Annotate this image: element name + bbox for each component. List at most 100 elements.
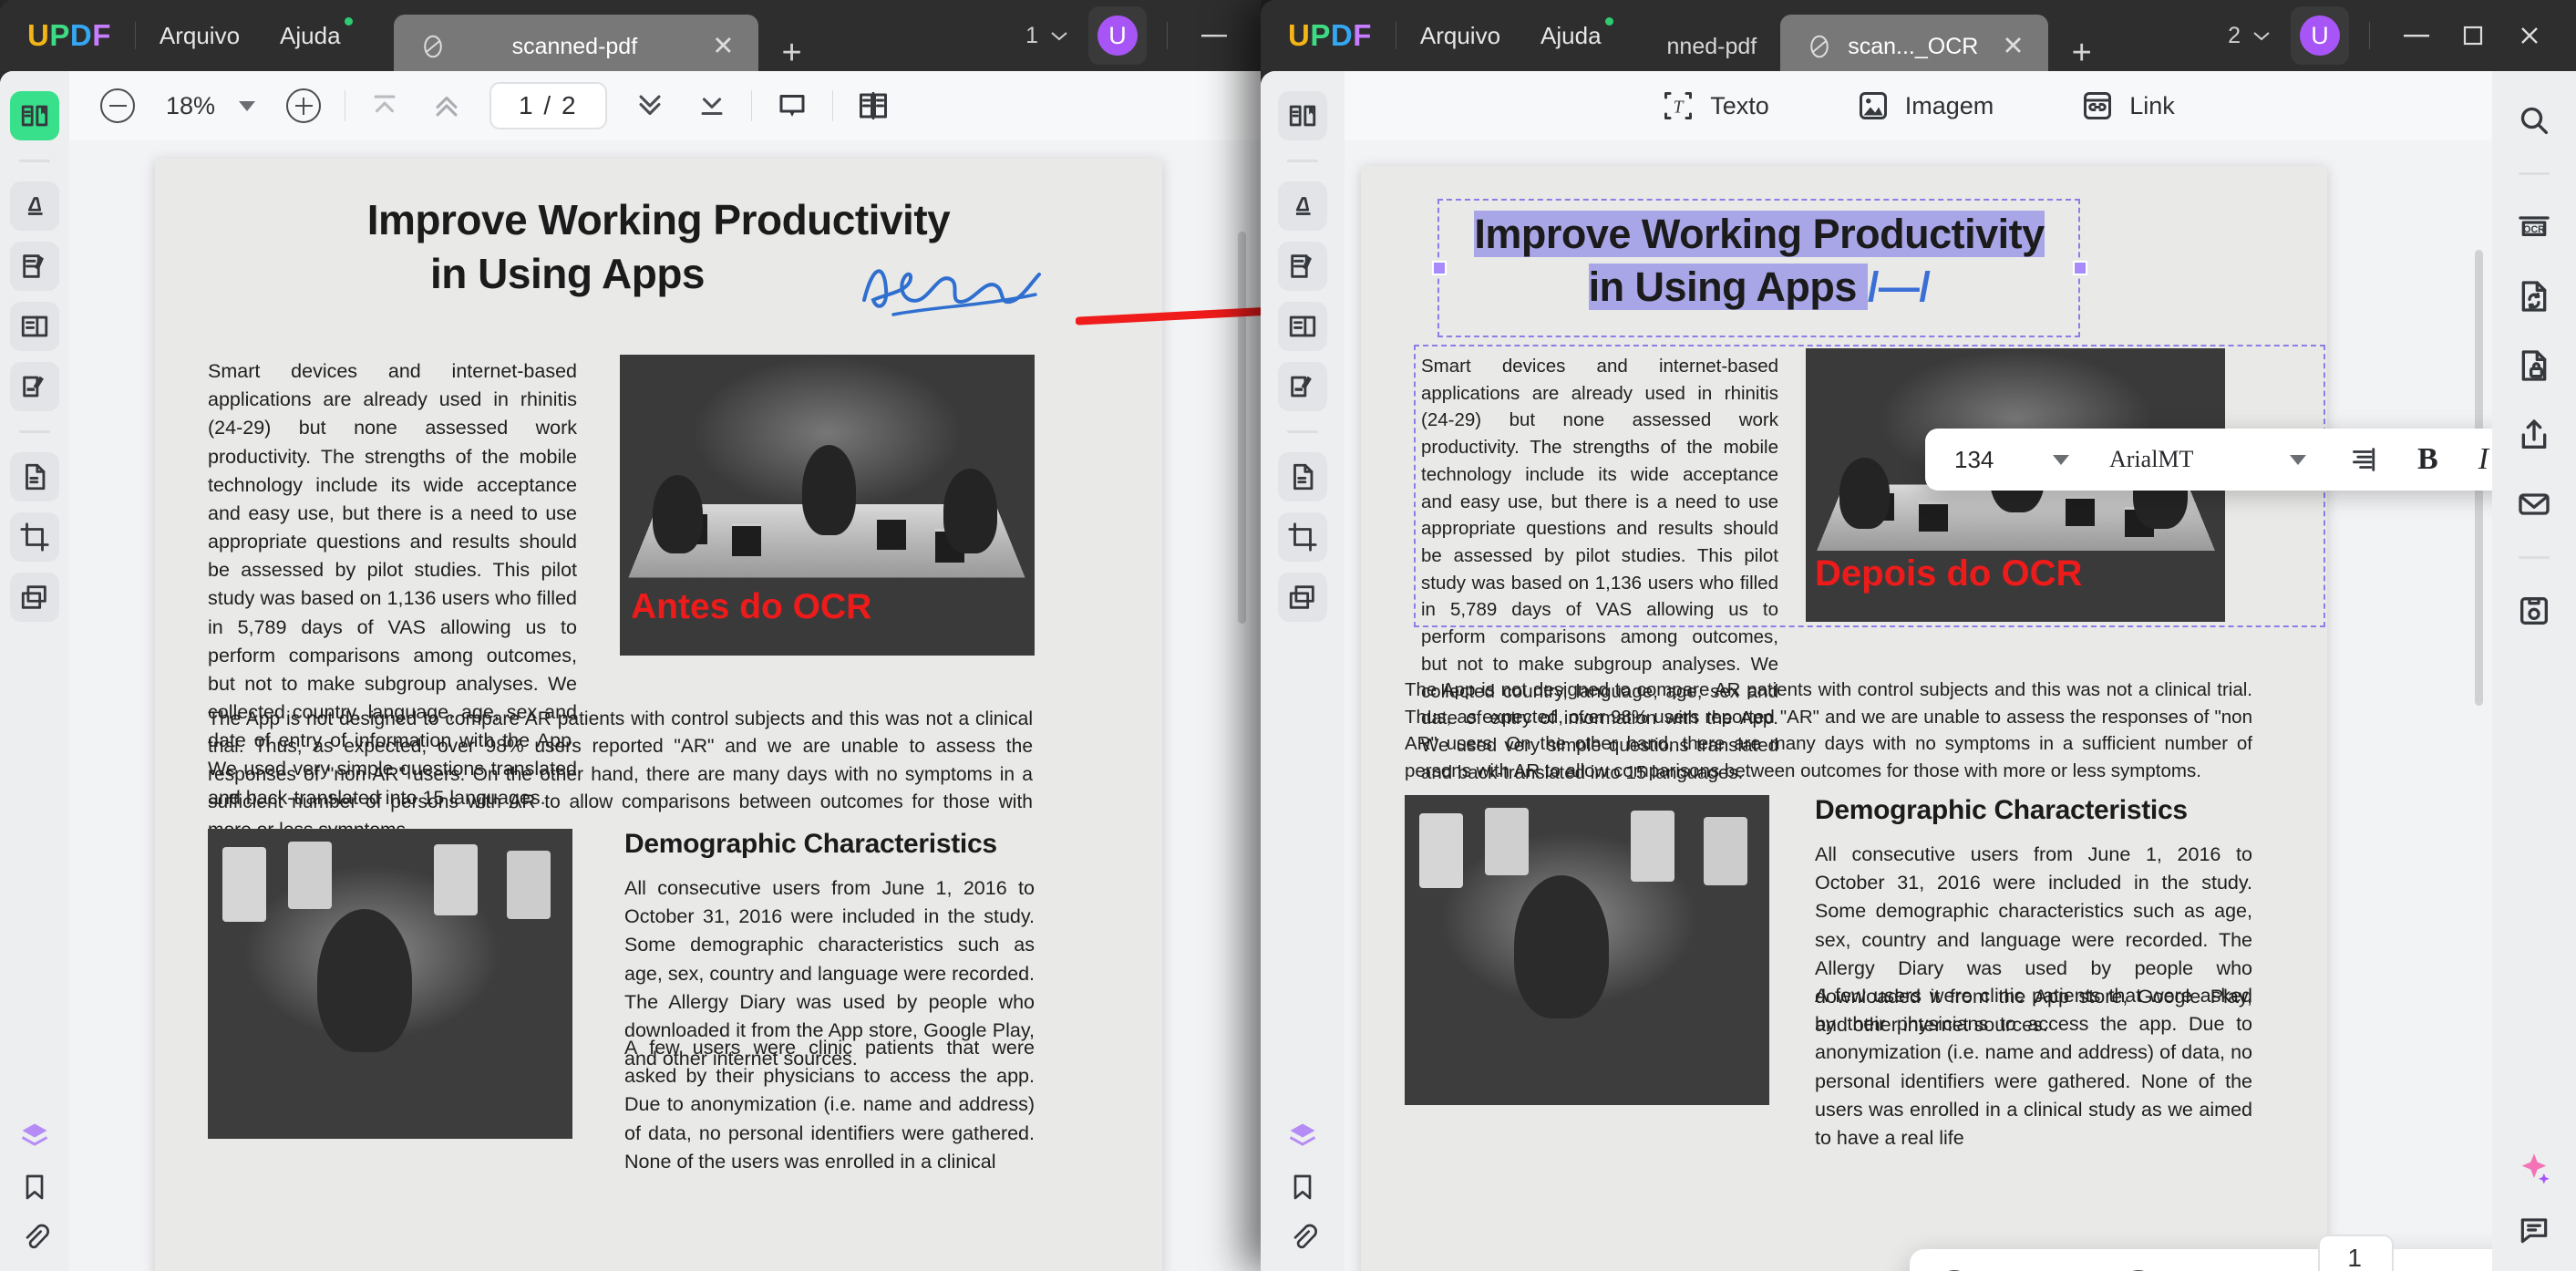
page-1-left: Improve Working Productivity in Using Ap… bbox=[155, 159, 1162, 1271]
maximize-button[interactable] bbox=[2447, 9, 2499, 62]
tab-scanned-pdf[interactable]: scanned-pdf ✕ bbox=[394, 15, 758, 78]
toolbar-label: Link bbox=[2129, 92, 2175, 120]
vertical-scrollbar[interactable] bbox=[1238, 232, 1246, 624]
search-icon[interactable] bbox=[2509, 95, 2560, 146]
font-family-select[interactable]: ArialMT bbox=[2089, 446, 2326, 473]
window-count[interactable]: 1 bbox=[1025, 23, 1068, 49]
new-tab-button[interactable]: + bbox=[2072, 34, 2092, 73]
align-right-icon bbox=[2346, 444, 2377, 475]
window-count[interactable]: 2 bbox=[2228, 23, 2271, 49]
tab-label: nned-pdf bbox=[1667, 34, 1757, 60]
sidebar-item-layers[interactable] bbox=[1286, 1120, 1319, 1152]
next-page-button[interactable] bbox=[634, 90, 665, 121]
sidebar-item-page-organize[interactable] bbox=[1278, 302, 1327, 351]
menu-ajuda[interactable]: Ajuda bbox=[1540, 22, 1602, 50]
doc-title-line-2: in Using Apps bbox=[430, 247, 887, 301]
tab-scanned-pdf-ocr[interactable]: scan..._OCR ✕ bbox=[1780, 15, 2047, 78]
sidebar-item-convert-pdf[interactable] bbox=[1278, 452, 1327, 501]
sidebar-item-page-organize[interactable] bbox=[10, 302, 59, 351]
sidebar-item-layers[interactable] bbox=[18, 1120, 51, 1152]
save-icon[interactable] bbox=[2509, 585, 2560, 636]
sidebar-item-read-mode[interactable] bbox=[10, 91, 59, 140]
italic-button[interactable]: I bbox=[2458, 442, 2492, 477]
presentation-mode-button[interactable] bbox=[776, 89, 809, 122]
zoom-out-button[interactable] bbox=[100, 88, 135, 123]
right-view-toolbar[interactable]: 17% 1 / 2 bbox=[1910, 1249, 2492, 1271]
sidebar-item-form-edit[interactable] bbox=[10, 362, 59, 411]
email-icon[interactable] bbox=[2509, 479, 2560, 530]
menu-arquivo[interactable]: Arquivo bbox=[160, 22, 240, 50]
sidebar-item-attachment[interactable] bbox=[20, 1222, 49, 1251]
avatar-button[interactable]: U bbox=[1088, 6, 1147, 65]
sidebar-item-edit-pdf[interactable] bbox=[10, 242, 59, 291]
tab-scanned-pdf-partial[interactable]: nned-pdf bbox=[1642, 15, 1781, 78]
right-tools-rail: OCR bbox=[2492, 71, 2576, 1271]
minimize-button[interactable] bbox=[1188, 9, 1241, 62]
doc-photo-2 bbox=[208, 829, 572, 1139]
sidebar-item-attachment[interactable] bbox=[1288, 1222, 1317, 1251]
selection-handle-right[interactable] bbox=[2073, 261, 2087, 275]
bold-button[interactable]: B bbox=[2397, 442, 2458, 477]
close-button[interactable] bbox=[2503, 9, 2556, 62]
sidebar-item-crop-page[interactable] bbox=[1278, 512, 1327, 562]
page-indicator[interactable]: 1 / 2 bbox=[489, 82, 606, 129]
sidebar-item-bookmark[interactable] bbox=[20, 1173, 49, 1202]
rail-divider bbox=[2519, 556, 2550, 559]
tab-close-icon[interactable]: ✕ bbox=[712, 34, 734, 60]
right-window-rail-bottom bbox=[1261, 1120, 1345, 1251]
sidebar-item-bookmark[interactable] bbox=[1288, 1173, 1317, 1202]
font-size-select[interactable]: 134 bbox=[1934, 446, 2089, 474]
chat-icon[interactable] bbox=[2517, 1213, 2551, 1247]
toolbar-label: Imagem bbox=[1905, 92, 1994, 120]
ocr-icon[interactable]: OCR bbox=[2509, 202, 2560, 253]
right-window: UPDF Arquivo Ajuda nned-pdf scan..._OCR … bbox=[1261, 0, 2576, 1271]
toolbar-item-texto[interactable]: T Texto bbox=[1662, 89, 1769, 122]
svg-text:T: T bbox=[1674, 98, 1685, 118]
toolbar-item-imagem[interactable]: Imagem bbox=[1857, 89, 1994, 122]
ocr-document-right: Improve Working Productivity in Using Ap… bbox=[1361, 166, 2327, 1271]
svg-text:OCR: OCR bbox=[2523, 224, 2545, 235]
left-window: UPDF Arquivo Ajuda scanned-pdf ✕ + 1 bbox=[0, 0, 1261, 1271]
rail-divider bbox=[1287, 160, 1318, 162]
sidebar-item-batch-process[interactable] bbox=[10, 573, 59, 622]
doc-title: Improve Working Productivity in Using Ap… bbox=[1445, 208, 2074, 313]
align-button[interactable] bbox=[2326, 444, 2397, 475]
ocr-before-label: Antes do OCR bbox=[631, 587, 871, 627]
sidebar-item-comment-highlighter[interactable] bbox=[10, 181, 59, 231]
right-rail-bottom bbox=[2492, 1151, 2576, 1247]
sidebar-item-batch-process[interactable] bbox=[1278, 573, 1327, 622]
sidebar-item-convert-pdf[interactable] bbox=[10, 452, 59, 501]
tab-label: scanned-pdf bbox=[461, 34, 689, 60]
protect-icon[interactable] bbox=[2509, 340, 2560, 391]
convert-icon[interactable] bbox=[2509, 271, 2560, 322]
right-document-canvas[interactable]: Improve Working Productivity in Using Ap… bbox=[1345, 140, 2492, 1271]
page-indicator[interactable]: 1 / 2 bbox=[2318, 1235, 2394, 1271]
zoom-in-button[interactable] bbox=[286, 88, 321, 123]
sidebar-item-form-edit[interactable] bbox=[1278, 362, 1327, 411]
left-document-canvas[interactable]: Improve Working Productivity in Using Ap… bbox=[69, 140, 1261, 1271]
text-format-toolbar[interactable]: 134 ArialMT B I bbox=[1925, 429, 2492, 491]
avatar-button[interactable]: U bbox=[2291, 6, 2349, 65]
divider bbox=[2369, 22, 2370, 49]
new-tab-button[interactable]: + bbox=[782, 34, 802, 73]
sidebar-item-edit-pdf[interactable] bbox=[1278, 242, 1327, 291]
minimize-button[interactable] bbox=[2390, 9, 2443, 62]
zoom-dropdown-icon[interactable] bbox=[239, 101, 255, 111]
left-view-toolbar: 18% 1 / 2 bbox=[69, 71, 1261, 140]
sidebar-item-crop-page[interactable] bbox=[10, 512, 59, 562]
page-layout-button[interactable] bbox=[857, 89, 890, 122]
menu-arquivo[interactable]: Arquivo bbox=[1420, 22, 1500, 50]
first-page-button[interactable] bbox=[369, 90, 400, 121]
tab-close-icon[interactable]: ✕ bbox=[2002, 34, 2024, 60]
updf-logo: UPDF bbox=[1288, 18, 1372, 53]
toolbar-item-link[interactable]: Link bbox=[2081, 89, 2175, 122]
sidebar-item-read-mode[interactable] bbox=[1278, 91, 1327, 140]
ai-assistant-icon[interactable] bbox=[2516, 1151, 2552, 1187]
share-icon[interactable] bbox=[2509, 409, 2560, 460]
sidebar-item-comment-highlighter[interactable] bbox=[1278, 181, 1327, 231]
tab-label: scan..._OCR bbox=[1848, 34, 1978, 60]
ocr-after-label: Depois do OCR bbox=[1815, 553, 2082, 594]
last-page-button[interactable] bbox=[696, 90, 727, 121]
menu-ajuda[interactable]: Ajuda bbox=[280, 22, 341, 50]
prev-page-button[interactable] bbox=[431, 90, 462, 121]
